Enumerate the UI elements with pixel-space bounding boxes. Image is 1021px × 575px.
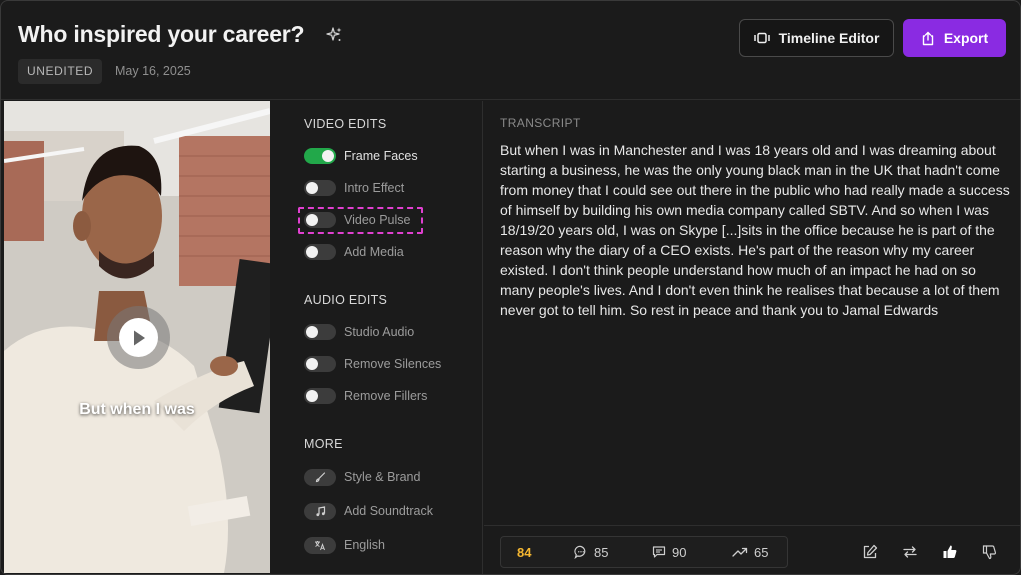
thumbs-down-button[interactable] [980,542,1000,562]
comments-count: 85 [594,544,609,560]
trend-stat: 65 [732,537,768,567]
toggle-label: Remove Fillers [344,389,428,403]
message-square-icon [652,546,666,558]
page-title: Who inspired your career? [18,21,305,47]
video-preview[interactable]: But when I was [4,101,270,573]
intro-effect-switch[interactable] [304,180,336,196]
timeline-icon [753,32,770,44]
language-item[interactable]: English [304,535,385,555]
share-icon [922,31,934,45]
audio-edits-heading: AUDIO EDITS [304,293,388,307]
swap-arrows-icon [903,546,917,558]
virality-score: 84 [517,537,531,567]
toggle-add-media[interactable]: Add Media [304,242,404,262]
transcript-text[interactable]: But when I was in Manchester and I was 1… [500,140,1010,320]
header: Who inspired your career? UNEDITED May 1… [1,1,1020,100]
play-button-inner [119,318,158,357]
chats-stat: 90 [652,537,686,567]
play-button[interactable] [107,306,170,369]
style-brand-item[interactable]: Style & Brand [304,467,420,487]
toggle-label: Video Pulse [344,213,411,227]
video-pulse-switch[interactable] [304,212,336,228]
edit-button[interactable] [860,542,880,562]
transcript-heading: TRANSCRIPT [500,116,581,130]
music-note-icon [304,502,336,520]
created-date: May 16, 2025 [115,64,191,78]
add-media-switch[interactable] [304,244,336,260]
translate-icon [304,536,336,554]
timeline-editor-button[interactable]: Timeline Editor [739,19,894,57]
toggle-label: Add Media [344,245,404,259]
toggle-label: Remove Silences [344,357,442,371]
thumbs-up-icon [943,545,957,558]
brush-icon [304,468,336,486]
toggle-remove-silences[interactable]: Remove Silences [304,354,441,374]
toggle-remove-fillers[interactable]: Remove Fillers [304,386,427,406]
toggle-video-pulse[interactable]: Video Pulse [304,210,411,230]
timeline-editor-label: Timeline Editor [778,30,880,46]
pencil-square-icon [863,544,878,559]
remove-silences-switch[interactable] [304,356,336,372]
more-item-label: Add Soundtrack [344,504,433,518]
export-label: Export [943,30,989,46]
remove-fillers-switch[interactable] [304,388,336,404]
play-icon [133,330,145,345]
toggle-label: Intro Effect [344,181,405,195]
video-caption: But when I was [79,401,195,418]
transcript-panel: TRANSCRIPT But when I was in Manchester … [484,101,1020,526]
sparkle-icon[interactable] [325,26,343,44]
stats-bar: 84 85 90 65 [500,536,788,568]
edits-panel: VIDEO EDITS Frame Faces Intro Effect Vid… [271,101,483,574]
status-badge: UNEDITED [18,59,103,84]
toggle-intro-effect[interactable]: Intro Effect [304,178,404,198]
toggle-label: Frame Faces [344,149,418,163]
swap-button[interactable] [900,542,920,562]
add-soundtrack-item[interactable]: Add Soundtrack [304,501,433,521]
chats-count: 90 [672,544,687,560]
app-window: Who inspired your career? UNEDITED May 1… [0,0,1021,575]
toggle-studio-audio[interactable]: Studio Audio [304,322,414,342]
studio-audio-switch[interactable] [304,324,336,340]
thumbs-up-button[interactable] [940,542,960,562]
thumbs-down-icon [982,545,997,560]
export-button[interactable]: Export [903,19,1006,57]
trending-up-icon [732,547,748,557]
video-edits-heading: VIDEO EDITS [304,117,387,131]
more-heading: MORE [304,437,343,451]
toggle-frame-faces[interactable]: Frame Faces [304,146,418,166]
frame-faces-switch[interactable] [304,148,336,164]
trend-count: 65 [754,544,769,560]
more-item-label: Style & Brand [344,470,421,484]
comment-bubble-icon [574,545,586,559]
more-item-label: English [344,538,385,552]
score-value: 84 [517,544,532,560]
comments-stat: 85 [574,537,608,567]
toggle-label: Studio Audio [344,325,415,339]
